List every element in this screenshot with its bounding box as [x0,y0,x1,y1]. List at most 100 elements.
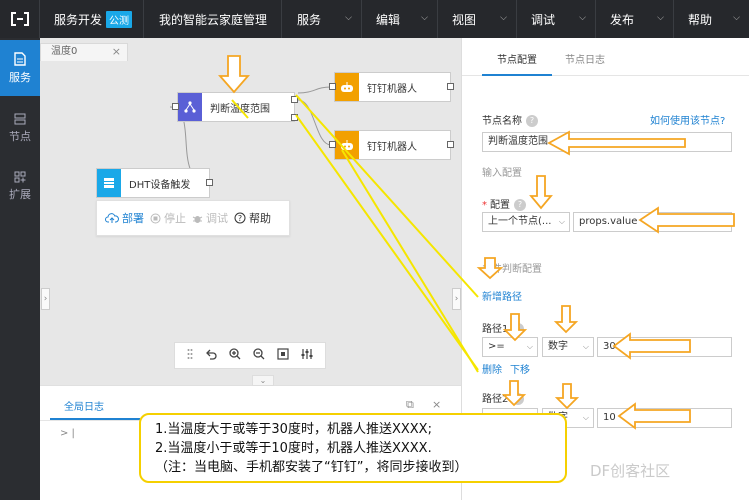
canvas-toolbar [174,342,326,369]
deploy-button[interactable]: 部署 [105,210,144,226]
node-robot-1-label: 钉钉机器人 [367,83,417,95]
annotation-line-3: （注：当电脑、手机都安装了“钉钉”，将同步接收到） [155,460,468,475]
menu-publish-label: 发布 [610,12,635,27]
menu-view[interactable]: 视图 ⌵ [438,0,517,38]
log-console-input[interactable]: > | [60,428,75,439]
node-output-port[interactable] [447,141,454,148]
path-1-operator-select[interactable]: >= ⌵ [482,337,538,357]
tab-node-config[interactable]: 节点配置 [497,51,537,66]
beta-badge: 公测 [106,10,133,28]
cloud-upload-icon [105,213,119,223]
chevron-down-icon: ⌵ [421,13,428,23]
node-output-port[interactable] [291,114,298,121]
stop-button[interactable]: 停止 [150,210,186,226]
props-path-input[interactable]: props.value [573,212,732,232]
chevron-down-icon: ⌵ [526,342,533,351]
path-2-value-input[interactable]: 10 [597,408,732,428]
node-dingtalk-robot-1[interactable]: 钉钉机器人 [334,72,451,102]
add-path-button[interactable]: 新增路径 [482,288,522,303]
path-1-operator-value: >= [488,341,505,352]
maximize-icon[interactable]: ⧉ [406,398,414,412]
chevron-down-icon: ⌵ [558,217,565,226]
chevron-down-icon: ⌵ [657,13,664,23]
help-button[interactable]: ? 帮助 [234,210,271,226]
expand-right-toggle[interactable]: › [452,288,461,310]
active-tab-underline [482,74,552,76]
menu-debug[interactable]: 调试 ⌵ [517,0,596,38]
nav-item-extend-label: 扩展 [9,187,31,201]
svg-text:?: ? [238,214,242,223]
path-1-delete-button[interactable]: 删除 [482,361,502,376]
source-node-value: 上一个节点(... [488,216,552,227]
settings-sliders-icon[interactable] [301,348,313,363]
undo-icon[interactable] [205,348,217,363]
node-judge-label: 判断温度范围 [210,103,270,115]
nav-item-service[interactable]: 服务 [0,40,40,96]
tab-temperature[interactable]: 温度0 × [40,43,128,61]
node-dht-label: DHT设备触发 [129,179,191,191]
path-1-label-text: 路径1 [482,324,509,335]
node-judge-temperature[interactable]: 判断温度范围 [177,92,295,122]
debug-label: 调试 [206,212,228,225]
fit-screen-icon[interactable] [277,348,289,363]
node-output-port[interactable] [447,83,454,90]
zoom-out-icon[interactable] [253,348,265,363]
nav-item-extend[interactable]: 扩展 [0,158,40,214]
close-icon[interactable]: × [112,44,121,60]
drag-handle-icon[interactable] [187,348,193,363]
chevron-down-icon: ⌵ [582,413,589,422]
branch-config-heading: 条件判断配置 [482,264,542,275]
help-circle-icon[interactable]: ? [512,323,525,335]
node-input-port[interactable] [329,83,336,90]
node-output-port[interactable] [206,179,213,186]
menu-publish[interactable]: 发布 ⌵ [596,0,674,38]
chevron-down-icon: ⌵ [733,13,740,23]
zoom-in-icon[interactable] [229,348,241,363]
how-to-use-link[interactable]: 如何使用该节点? [650,112,725,127]
help-circle-icon[interactable]: ? [526,115,538,127]
chevron-down-icon: ⌵ [582,342,589,351]
chevron-down-icon: ⌵ [500,13,507,23]
nav-item-nodes-label: 节点 [9,129,31,143]
menu-edit[interactable]: 编辑 ⌵ [362,0,438,38]
node-input-port[interactable] [172,103,179,110]
annotation-line-2: 2.当温度小于或等于10度时，机器人推送XXXX. [155,441,432,456]
node-dht-trigger[interactable]: DHT设备触发 [96,168,210,198]
node-name-label: 节点名称? [482,112,538,127]
product-name: 服务开发 公测 [40,0,144,38]
robot-icon [335,73,359,101]
nav-item-nodes[interactable]: 节点 [0,100,40,156]
path-1-label: 路径1? [482,320,525,335]
help-label: 帮助 [249,212,271,225]
source-node-select[interactable]: 上一个节点(... ⌵ [482,212,570,232]
close-icon[interactable]: × [432,398,441,411]
config-tabs: 节点配置 节点日志 [462,38,749,76]
path-1-value-input[interactable]: 30 [597,337,732,357]
node-dingtalk-robot-2[interactable]: 钉钉机器人 [334,130,451,160]
menu-help[interactable]: 帮助 ⌵ [674,0,749,38]
help-circle-icon[interactable]: ? [514,199,526,211]
tab-global-log[interactable]: 全局日志 [64,398,104,413]
node-name-input[interactable]: 判断温度范围 [482,132,732,152]
debug-button[interactable]: 调试 [192,210,228,226]
annotation-note: 1.当温度大于或等于30度时，机器人推送XXXX; 2.当温度小于或等于10度时… [139,413,567,483]
path-2-label: 路径2? [482,390,525,405]
aliyun-logo-icon[interactable] [0,0,40,38]
expand-left-toggle[interactable]: › [41,288,50,310]
node-input-port[interactable] [329,141,336,148]
node-robot-2-label: 钉钉机器人 [367,141,417,153]
tab-node-log[interactable]: 节点日志 [565,51,605,66]
chevron-down-icon[interactable]: ⌄ [252,375,274,386]
product-label: 服务开发 [54,12,103,27]
chevron-down-icon: ⌵ [345,13,352,23]
node-output-port[interactable] [291,96,298,103]
menu-edit-label: 编辑 [376,12,401,27]
project-title[interactable]: 我的智能云家庭管理 [145,0,282,38]
path-1-move-down-button[interactable]: 下移 [510,361,530,376]
bug-icon [192,215,203,223]
device-icon [97,169,121,197]
help-circle-icon[interactable]: ? [512,393,525,405]
path-1-type-select[interactable]: 数字 ⌵ [542,337,594,357]
menu-view-label: 视图 [452,12,477,27]
menu-service[interactable]: 服务 ⌵ [283,0,362,38]
